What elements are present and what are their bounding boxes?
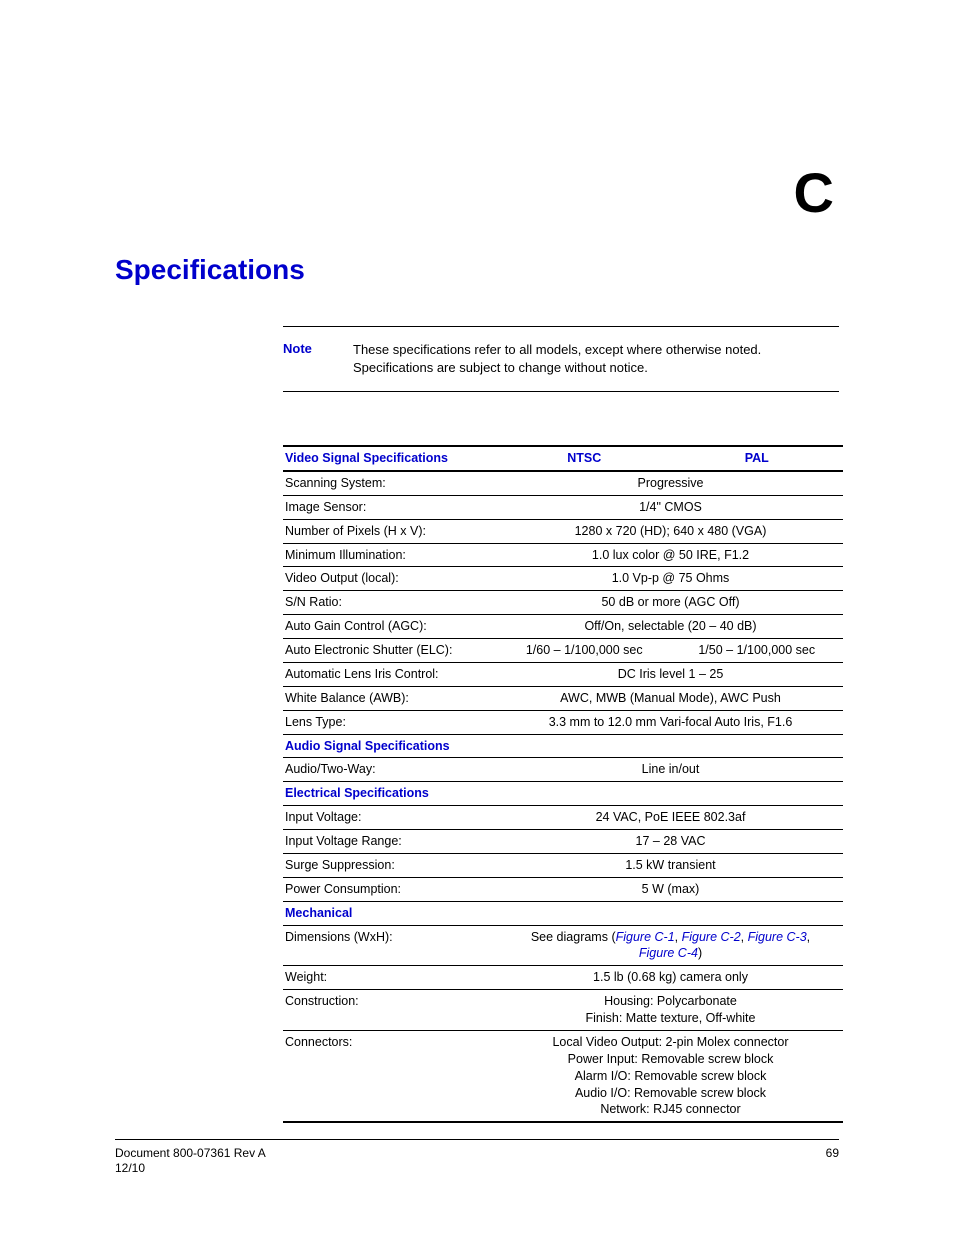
table-header-row: Video Signal Specifications NTSC PAL xyxy=(283,446,843,471)
spec-label: Connectors: xyxy=(283,1030,498,1122)
table-row: Auto Electronic Shutter (ELC): 1/60 – 1/… xyxy=(283,639,843,663)
spec-value: 5 W (max) xyxy=(498,877,843,901)
connectors-line5: Network: RJ45 connector xyxy=(600,1102,740,1116)
table-row: Mechanical xyxy=(283,901,843,925)
figure-link-c1[interactable]: Figure C-1 xyxy=(616,930,675,944)
spec-label: Minimum Illumination: xyxy=(283,543,498,567)
spec-value: 17 – 28 VAC xyxy=(498,830,843,854)
spec-value: 50 dB or more (AGC Off) xyxy=(498,591,843,615)
spec-value: 24 VAC, PoE IEEE 802.3af xyxy=(498,806,843,830)
spec-value: 1.5 kW transient xyxy=(498,853,843,877)
spec-value: Housing: Polycarbonate Finish: Matte tex… xyxy=(498,990,843,1031)
table-row: Electrical Specifications xyxy=(283,782,843,806)
footer: Document 800-07361 Rev A 12/10 69 xyxy=(115,1139,839,1177)
spec-label: Weight: xyxy=(283,966,498,990)
appendix-letter: C xyxy=(794,160,834,225)
spec-value: Local Video Output: 2-pin Molex connecto… xyxy=(498,1030,843,1122)
spec-label: Lens Type: xyxy=(283,710,498,734)
spec-value: 1.5 lb (0.68 kg) camera only xyxy=(498,966,843,990)
footer-date: 12/10 xyxy=(115,1161,145,1175)
dim-suffix: ) xyxy=(698,946,702,960)
spec-label: Construction: xyxy=(283,990,498,1031)
connectors-line3: Alarm I/O: Removable screw block xyxy=(575,1069,767,1083)
spec-label: Input Voltage Range: xyxy=(283,830,498,854)
table-row: Input Voltage: 24 VAC, PoE IEEE 802.3af xyxy=(283,806,843,830)
spec-label: Auto Electronic Shutter (ELC): xyxy=(283,639,498,663)
ntsc-header: NTSC xyxy=(498,446,671,471)
table-row: Automatic Lens Iris Control: DC Iris lev… xyxy=(283,662,843,686)
note-text: These specifications refer to all models… xyxy=(353,341,839,377)
spec-value: Progressive xyxy=(498,471,843,495)
table-row: Input Voltage Range: 17 – 28 VAC xyxy=(283,830,843,854)
spec-label: Video Output (local): xyxy=(283,567,498,591)
spec-value: 1.0 Vp-p @ 75 Ohms xyxy=(498,567,843,591)
spec-label: Auto Gain Control (AGC): xyxy=(283,615,498,639)
figure-link-c2[interactable]: Figure C-2 xyxy=(682,930,741,944)
dim-prefix: See diagrams ( xyxy=(531,930,616,944)
table-row: White Balance (AWB): AWC, MWB (Manual Mo… xyxy=(283,686,843,710)
spec-table: Video Signal Specifications NTSC PAL Sca… xyxy=(283,445,843,1123)
table-row: Scanning System: Progressive xyxy=(283,471,843,495)
spec-value: See diagrams (Figure C-1, Figure C-2, Fi… xyxy=(498,925,843,966)
spec-value: Off/On, selectable (20 – 40 dB) xyxy=(498,615,843,639)
spec-label: Audio/Two-Way: xyxy=(283,758,498,782)
table-row: Connectors: Local Video Output: 2-pin Mo… xyxy=(283,1030,843,1122)
spec-label: Power Consumption: xyxy=(283,877,498,901)
table-row: Weight: 1.5 lb (0.68 kg) camera only xyxy=(283,966,843,990)
spec-value: AWC, MWB (Manual Mode), AWC Push xyxy=(498,686,843,710)
spec-value: DC Iris level 1 – 25 xyxy=(498,662,843,686)
note-label: Note xyxy=(283,341,353,356)
figure-link-c3[interactable]: Figure C-3 xyxy=(748,930,807,944)
footer-doc: Document 800-07361 Rev A xyxy=(115,1146,266,1160)
spec-label: Surge Suppression: xyxy=(283,853,498,877)
table-row: Image Sensor: 1/4" CMOS xyxy=(283,495,843,519)
connectors-line2: Power Input: Removable screw block xyxy=(568,1052,774,1066)
spec-label: Dimensions (WxH): xyxy=(283,925,498,966)
table-row: Video Output (local): 1.0 Vp-p @ 75 Ohms xyxy=(283,567,843,591)
spec-value-pal: 1/50 – 1/100,000 sec xyxy=(671,639,844,663)
spec-label: Image Sensor: xyxy=(283,495,498,519)
table-row: Construction: Housing: Polycarbonate Fin… xyxy=(283,990,843,1031)
table-row: Audio Signal Specifications xyxy=(283,734,843,758)
video-header: Video Signal Specifications xyxy=(283,446,498,471)
table-row: Minimum Illumination: 1.0 lux color @ 50… xyxy=(283,543,843,567)
table-row: Power Consumption: 5 W (max) xyxy=(283,877,843,901)
connectors-line1: Local Video Output: 2-pin Molex connecto… xyxy=(552,1035,788,1049)
construction-line1: Housing: Polycarbonate xyxy=(604,994,737,1008)
spec-label: Automatic Lens Iris Control: xyxy=(283,662,498,686)
spec-label: S/N Ratio: xyxy=(283,591,498,615)
electrical-header: Electrical Specifications xyxy=(283,782,498,806)
spec-value: 1280 x 720 (HD); 640 x 480 (VGA) xyxy=(498,519,843,543)
spec-value: 1/4" CMOS xyxy=(498,495,843,519)
page-title: Specifications xyxy=(115,254,305,286)
table-row: S/N Ratio: 50 dB or more (AGC Off) xyxy=(283,591,843,615)
footer-page: 69 xyxy=(826,1146,839,1177)
sep: , xyxy=(741,930,748,944)
mechanical-header: Mechanical xyxy=(283,901,498,925)
pal-header: PAL xyxy=(671,446,844,471)
connectors-line4: Audio I/O: Removable screw block xyxy=(575,1086,766,1100)
audio-header: Audio Signal Specifications xyxy=(283,734,498,758)
spec-label: Input Voltage: xyxy=(283,806,498,830)
spec-value: 1.0 lux color @ 50 IRE, F1.2 xyxy=(498,543,843,567)
table-row: Dimensions (WxH): See diagrams (Figure C… xyxy=(283,925,843,966)
table-row: Auto Gain Control (AGC): Off/On, selecta… xyxy=(283,615,843,639)
table-row: Number of Pixels (H x V): 1280 x 720 (HD… xyxy=(283,519,843,543)
spec-label: White Balance (AWB): xyxy=(283,686,498,710)
sep: , xyxy=(807,930,810,944)
table-row: Lens Type: 3.3 mm to 12.0 mm Vari-focal … xyxy=(283,710,843,734)
spec-value-ntsc: 1/60 – 1/100,000 sec xyxy=(498,639,671,663)
spec-label: Scanning System: xyxy=(283,471,498,495)
spec-value: Line in/out xyxy=(498,758,843,782)
note-block: Note These specifications refer to all m… xyxy=(283,326,839,392)
sep: , xyxy=(675,930,682,944)
figure-link-c4[interactable]: Figure C-4 xyxy=(639,946,698,960)
spec-value: 3.3 mm to 12.0 mm Vari-focal Auto Iris, … xyxy=(498,710,843,734)
table-row: Audio/Two-Way: Line in/out xyxy=(283,758,843,782)
footer-left: Document 800-07361 Rev A 12/10 xyxy=(115,1146,266,1177)
construction-line2: Finish: Matte texture, Off-white xyxy=(586,1011,756,1025)
spec-label: Number of Pixels (H x V): xyxy=(283,519,498,543)
table-row: Surge Suppression: 1.5 kW transient xyxy=(283,853,843,877)
